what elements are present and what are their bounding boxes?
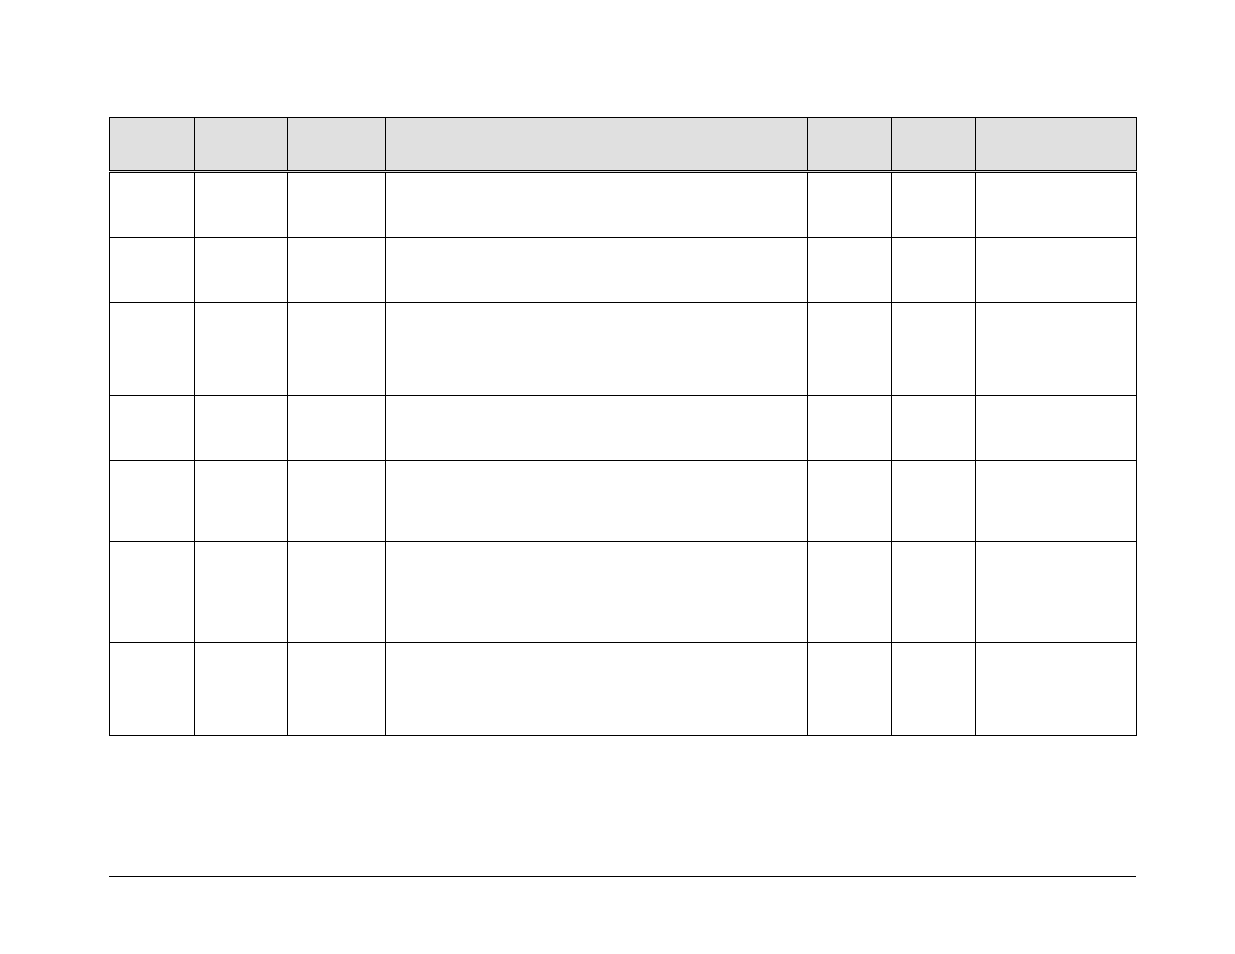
table-cell: [110, 461, 195, 542]
table-cell: [976, 238, 1137, 303]
table-container: [109, 117, 1136, 736]
table-cell: [808, 396, 892, 461]
document-page: [0, 0, 1235, 954]
table-cell: [976, 643, 1137, 736]
table-cell: [386, 172, 808, 238]
table-cell: [892, 303, 976, 396]
table-header-cell: [195, 118, 288, 172]
table-cell: [892, 643, 976, 736]
table-cell: [892, 172, 976, 238]
table-cell: [195, 303, 288, 396]
table-row: [110, 238, 1137, 303]
table-cell: [195, 396, 288, 461]
table-cell: [976, 461, 1137, 542]
table-cell: [386, 643, 808, 736]
table-cell: [386, 238, 808, 303]
table-cell: [110, 542, 195, 643]
table-cell: [288, 461, 386, 542]
table-header-cell: [288, 118, 386, 172]
table-cell: [808, 303, 892, 396]
table-header-row: [110, 118, 1137, 172]
table-cell: [386, 396, 808, 461]
table-cell: [195, 461, 288, 542]
table-cell: [110, 303, 195, 396]
table-row: [110, 542, 1137, 643]
table-cell: [808, 238, 892, 303]
table-cell: [110, 172, 195, 238]
table-cell: [386, 542, 808, 643]
table-header-cell: [892, 118, 976, 172]
table-header-cell: [808, 118, 892, 172]
table-row: [110, 172, 1137, 238]
table-cell: [976, 303, 1137, 396]
table-cell: [110, 643, 195, 736]
table-cell: [386, 461, 808, 542]
table-row: [110, 396, 1137, 461]
table-cell: [808, 643, 892, 736]
table-cell: [288, 396, 386, 461]
table-cell: [976, 542, 1137, 643]
table-cell: [288, 643, 386, 736]
table-cell: [892, 238, 976, 303]
table-cell: [808, 542, 892, 643]
table-row: [110, 461, 1137, 542]
table-cell: [195, 172, 288, 238]
table-cell: [288, 172, 386, 238]
table-cell: [976, 172, 1137, 238]
table-header-cell: [976, 118, 1137, 172]
table-row: [110, 303, 1137, 396]
table-cell: [976, 396, 1137, 461]
table-cell: [195, 238, 288, 303]
table-header-cell: [386, 118, 808, 172]
table-cell: [288, 238, 386, 303]
table-cell: [288, 303, 386, 396]
table-cell: [195, 542, 288, 643]
table-cell: [892, 461, 976, 542]
table-cell: [386, 303, 808, 396]
table-cell: [892, 396, 976, 461]
table-cell: [808, 461, 892, 542]
data-table: [109, 117, 1137, 736]
table-row: [110, 643, 1137, 736]
table-cell: [808, 172, 892, 238]
table-cell: [110, 396, 195, 461]
table-cell: [195, 643, 288, 736]
table-cell: [288, 542, 386, 643]
table-cell: [892, 542, 976, 643]
table-header-cell: [110, 118, 195, 172]
footer-rule: [109, 876, 1136, 877]
table-cell: [110, 238, 195, 303]
